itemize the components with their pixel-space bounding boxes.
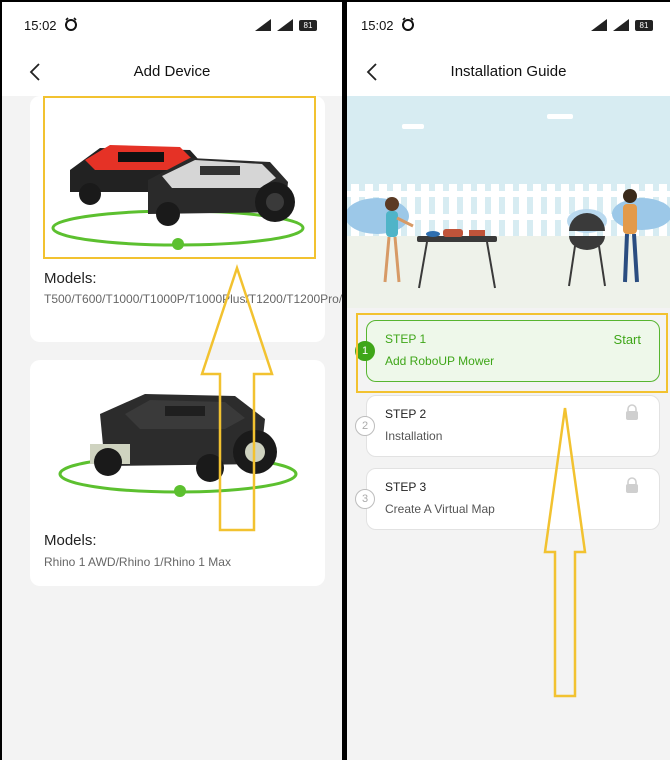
step-description: Create A Virtual Map — [385, 502, 495, 516]
nav-bar: Add Device — [2, 48, 342, 96]
fence-picket — [421, 184, 429, 236]
models-label: Models: — [44, 532, 97, 549]
step-label: STEP 2 — [385, 407, 427, 421]
fence-picket — [547, 184, 555, 236]
step-number-badge: 3 — [355, 489, 375, 509]
fence-picket — [449, 184, 457, 236]
models-label: Models: — [44, 270, 97, 287]
fence-picket — [463, 184, 471, 236]
step-card-3[interactable]: 3 STEP 3 Create A Virtual Map — [355, 468, 660, 530]
highlight-box — [356, 313, 668, 393]
step-card-2[interactable]: 2 STEP 2 Installation — [355, 395, 660, 457]
fence-picket — [491, 184, 499, 236]
add-device-screen: 15:02 81 Add Device Models: T500/T600/T1… — [2, 2, 342, 760]
alarm-icon — [65, 17, 77, 31]
lock-icon — [626, 404, 638, 420]
signal-icon — [613, 19, 629, 31]
page-title: Installation Guide — [450, 63, 567, 80]
signal-icon — [255, 19, 271, 31]
fence-picket — [435, 184, 443, 236]
page-title: Add Device — [133, 63, 211, 80]
fence-picket — [561, 184, 569, 236]
nav-bar: Installation Guide — [347, 48, 670, 96]
status-bar: 15:02 81 — [2, 2, 342, 48]
step-number-badge: 2 — [355, 416, 375, 436]
fence-picket — [407, 184, 415, 236]
step-description: Installation — [385, 429, 443, 443]
fence-picket — [519, 184, 527, 236]
lock-icon — [626, 477, 638, 493]
fence-picket — [477, 184, 485, 236]
status-time: 15:02 — [24, 18, 57, 33]
annotation-up-arrow — [200, 264, 274, 532]
device-card-rhino[interactable]: Models: Rhino 1 AWD/Rhino 1/Rhino 1 Max — [30, 360, 325, 586]
alarm-icon — [402, 17, 414, 31]
fence-picket — [505, 184, 513, 236]
annotation-up-arrow — [543, 407, 587, 698]
battery-icon: 81 — [635, 20, 653, 31]
installation-guide-screen: 15:02 81 Installation Guide 1 STEP 1 Sta… — [347, 2, 670, 760]
fence-picket — [533, 184, 541, 236]
backyard-illustration — [347, 96, 670, 308]
signal-icon — [277, 19, 293, 31]
highlight-box — [43, 96, 316, 259]
step-label: STEP 3 — [385, 480, 427, 494]
status-time: 15:02 — [361, 18, 394, 33]
status-bar: 15:02 81 — [347, 2, 670, 48]
models-list: Rhino 1 AWD/Rhino 1/Rhino 1 Max — [44, 555, 231, 569]
battery-icon: 81 — [299, 20, 317, 31]
signal-icon — [591, 19, 607, 31]
